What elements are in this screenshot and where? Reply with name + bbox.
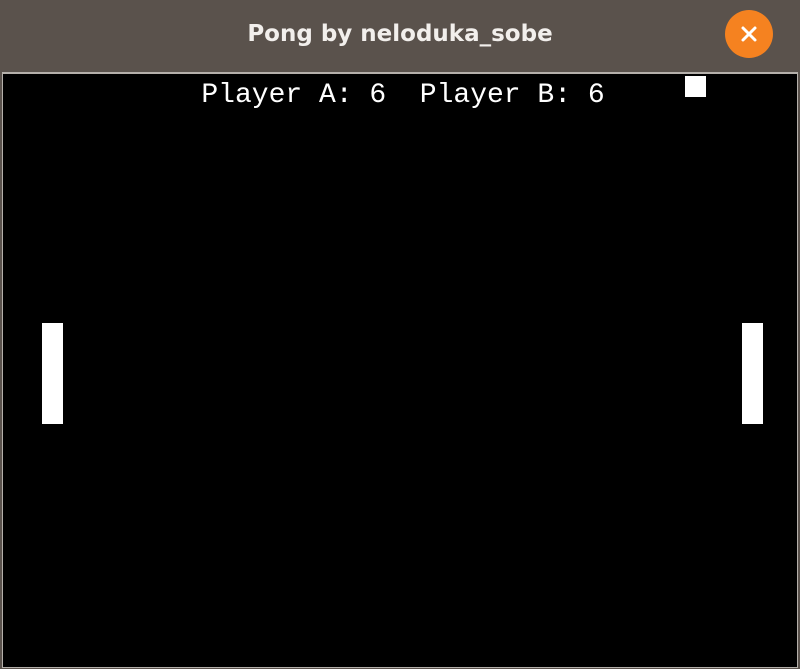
title-bar[interactable]: Pong by neloduka_sobe (0, 0, 800, 70)
game-canvas[interactable]: Player A: 6 Player B: 6 (2, 72, 798, 668)
paddle-player-b (742, 323, 763, 424)
ball (685, 76, 706, 97)
game-window: Pong by neloduka_sobe Player A: 6 Player… (0, 0, 800, 669)
paddle-player-a (42, 323, 63, 424)
close-icon (741, 26, 757, 42)
scoreboard: Player A: 6 Player B: 6 (201, 80, 605, 111)
window-title: Pong by neloduka_sobe (247, 21, 553, 47)
close-button[interactable] (725, 10, 773, 58)
